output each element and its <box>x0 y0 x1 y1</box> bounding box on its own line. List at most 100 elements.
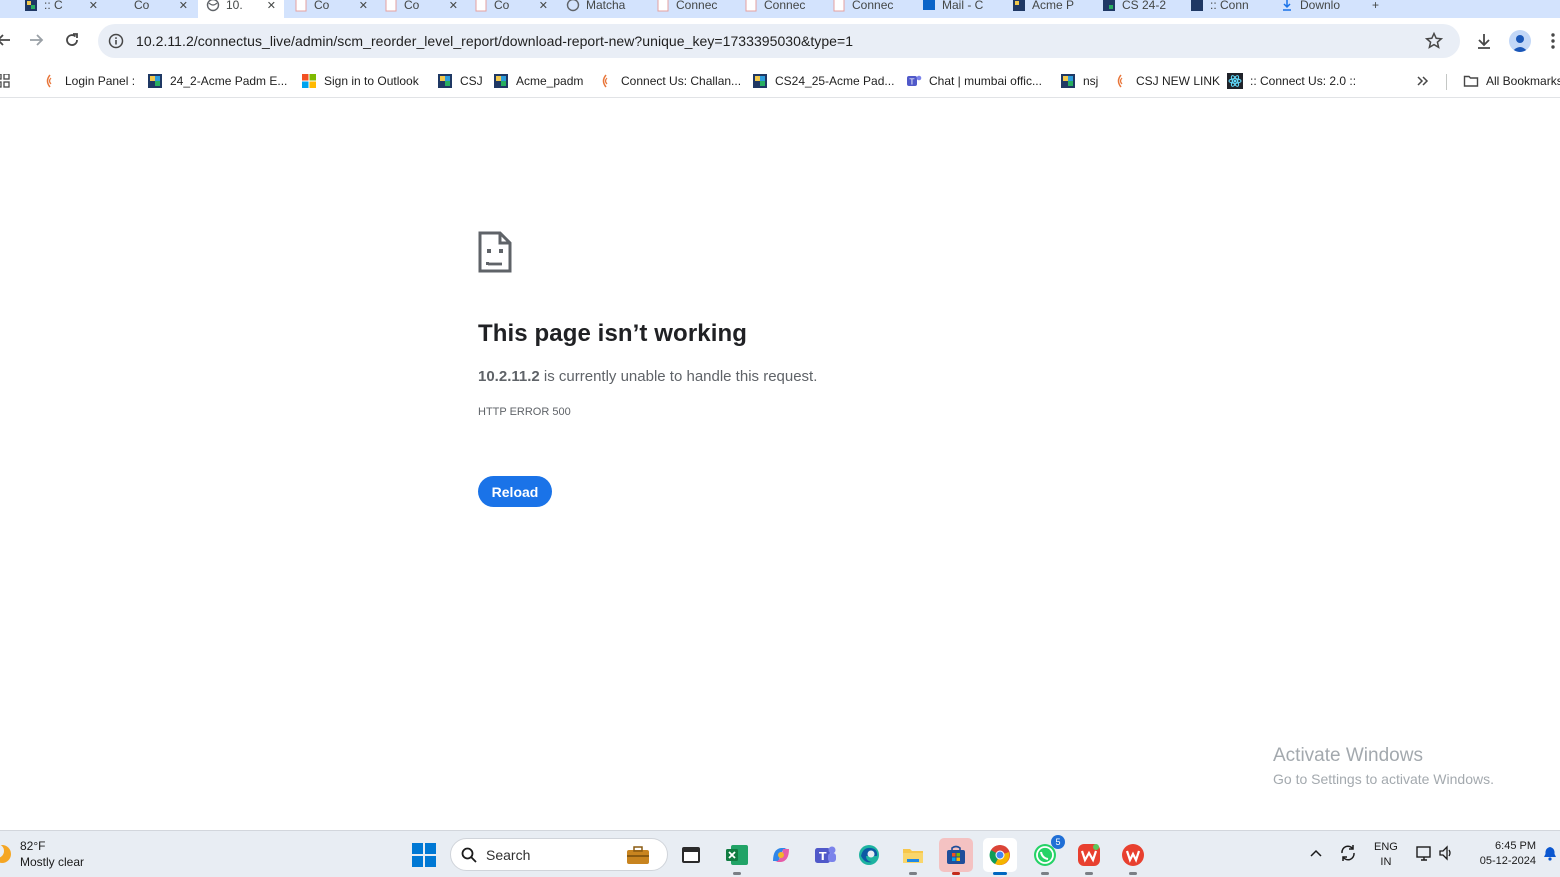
close-icon[interactable]: ✕ <box>359 0 368 12</box>
bookmark-label: Acme_padm <box>516 74 584 88</box>
tab-title: Co <box>314 0 330 12</box>
language-indicator[interactable]: ENG IN <box>1374 840 1398 870</box>
tab-strip: :: C ✕ Co ✕ 10. ✕ Co ✕ Co ✕ Co ✕ Matcha … <box>0 0 1560 18</box>
bookmark-connect-challan[interactable]: Connect Us: Challan... <box>598 70 741 92</box>
clock-date: 05-12-2024 <box>1479 855 1536 867</box>
tab-connect-3[interactable]: Connec <box>736 0 824 18</box>
pdf-page-icon <box>832 0 846 12</box>
clock[interactable]: 6:45 PM 05-12-2024 <box>1466 839 1536 869</box>
tab-cs24[interactable]: CS 24-2 <box>1094 0 1182 18</box>
chevron-double-right-icon <box>1417 76 1429 86</box>
tab-active[interactable]: 10. ✕ <box>198 0 284 18</box>
address-bar[interactable]: 10.2.11.2/connectus_live/admin/scm_reord… <box>98 24 1460 58</box>
downloads-button[interactable] <box>1472 29 1496 53</box>
taskbar-store[interactable] <box>939 838 973 875</box>
page-title: This page isn’t working <box>478 320 747 347</box>
activate-windows-watermark: Activate Windows Go to Settings to activ… <box>1273 745 1494 787</box>
tab-connect-1[interactable]: :: C ✕ <box>16 0 106 18</box>
pdf-page-icon <box>474 0 488 12</box>
tab-co-4[interactable]: Co ✕ <box>466 0 556 18</box>
error-description: 10.2.11.2 is currently unable to handle … <box>478 368 817 385</box>
volume-tray-icon[interactable] <box>1436 843 1456 863</box>
tab-connect-5[interactable]: :: Conn <box>1182 0 1270 18</box>
tab-matcha[interactable]: Matcha <box>558 0 648 18</box>
all-bookmarks-label: All Bookmarks <box>1486 74 1560 88</box>
bookmark-acme-padm-e[interactable]: 24_2-Acme Padm E... <box>147 70 287 92</box>
bookmark-acme-padm[interactable]: Acme_padm <box>493 70 583 92</box>
taskbar-excel[interactable] <box>720 838 754 875</box>
download-icon <box>1280 0 1294 12</box>
colorful-grid-icon <box>24 0 38 12</box>
taskbar-teams[interactable]: T <box>808 838 842 872</box>
taskbar-wps-office[interactable] <box>1116 838 1150 875</box>
tab-title: Co <box>134 0 150 12</box>
blank-page-icon <box>114 0 128 12</box>
tab-title: Co <box>494 0 510 12</box>
tab-title: :: Conn <box>1210 0 1249 12</box>
taskbar-edge[interactable] <box>852 838 886 872</box>
taskbar-chrome[interactable] <box>983 838 1017 875</box>
taskbar-wps[interactable] <box>1072 838 1106 875</box>
taskbar-search[interactable]: Search <box>450 838 668 871</box>
tab-downloads[interactable]: Downlo <box>1272 0 1362 18</box>
notifications-button[interactable] <box>1540 843 1560 863</box>
tab-co-1[interactable]: Co ✕ <box>106 0 196 18</box>
tab-connect-4[interactable]: Connec <box>824 0 912 18</box>
tab-mail[interactable]: Mail - C <box>914 0 1002 18</box>
bookmark-star-icon[interactable] <box>1424 31 1444 51</box>
arrow-right-icon <box>30 34 44 46</box>
pdf-page-icon <box>384 0 398 12</box>
globe-icon <box>206 0 220 12</box>
tab-co-3[interactable]: Co ✕ <box>376 0 466 18</box>
clock-time: 6:45 PM <box>1495 840 1536 852</box>
taskbar-terminal[interactable] <box>674 838 708 872</box>
close-icon[interactable]: ✕ <box>89 0 98 12</box>
tab-title: Connec <box>676 0 718 12</box>
tab-title: Connec <box>764 0 806 12</box>
tab-title: :: C <box>44 0 63 12</box>
bookmark-csj-new-link[interactable]: CSJ NEW LINK <box>1113 70 1220 92</box>
tab-co-2[interactable]: Co ✕ <box>286 0 376 18</box>
network-tray-icon[interactable] <box>1414 843 1434 863</box>
bookmark-label: CSJ <box>460 74 483 88</box>
taskbar-whatsapp[interactable]: 5 <box>1028 835 1065 875</box>
close-icon[interactable]: ✕ <box>449 0 458 12</box>
taskbar-copilot[interactable] <box>764 838 798 872</box>
start-button[interactable] <box>412 843 436 867</box>
profile-button[interactable] <box>1508 29 1532 53</box>
bookmark-csj[interactable]: CSJ <box>437 70 483 92</box>
sync-tray-icon[interactable] <box>1338 843 1358 863</box>
weather-widget[interactable]: 82°F Mostly clear <box>0 837 84 871</box>
reload-button[interactable]: Reload <box>478 476 552 507</box>
close-icon[interactable]: ✕ <box>539 0 548 12</box>
bookmark-label: Chat | mumbai offic... <box>929 74 1042 88</box>
show-hidden-icons-button[interactable] <box>1306 843 1326 863</box>
back-button[interactable] <box>0 28 16 52</box>
watermark-title: Activate Windows <box>1273 745 1423 766</box>
colorful-grid-icon <box>147 73 163 89</box>
bookmark-chat-mumbai[interactable]: T Chat | mumbai offic... <box>906 70 1042 92</box>
new-tab-button[interactable]: + <box>1364 0 1384 18</box>
tab-connect-2[interactable]: Connec <box>648 0 736 18</box>
bookmark-login-panel[interactable]: Login Panel : <box>42 70 135 92</box>
url-text[interactable]: 10.2.11.2/connectus_live/admin/scm_reord… <box>136 33 853 49</box>
running-indicator <box>1085 872 1093 875</box>
colorful-grid-icon <box>1102 0 1116 12</box>
bookmark-connect-us-2[interactable]: :: Connect Us: 2.0 :: <box>1227 70 1356 92</box>
menu-button[interactable] <box>1546 29 1560 53</box>
site-info-icon[interactable] <box>106 31 126 51</box>
bookmark-nsj[interactable]: nsj <box>1060 70 1098 92</box>
forward-button[interactable] <box>24 28 48 52</box>
bookmark-label: Connect Us: Challan... <box>621 74 742 88</box>
apps-button[interactable] <box>0 70 10 92</box>
more-bookmarks-button[interactable] <box>1416 70 1430 92</box>
bookmark-outlook[interactable]: Sign in to Outlook <box>301 70 419 92</box>
close-icon[interactable]: ✕ <box>179 0 188 12</box>
all-bookmarks-button[interactable]: All Bookmarks <box>1463 70 1560 92</box>
close-icon[interactable]: ✕ <box>267 0 276 12</box>
bookmark-label: nsj <box>1083 74 1099 88</box>
taskbar-file-explorer[interactable] <box>896 838 930 875</box>
reload-button[interactable] <box>60 28 84 52</box>
tab-acme[interactable]: Acme P <box>1004 0 1092 18</box>
bookmark-cs24-acme[interactable]: CS24_25-Acme Pad... <box>752 70 894 92</box>
